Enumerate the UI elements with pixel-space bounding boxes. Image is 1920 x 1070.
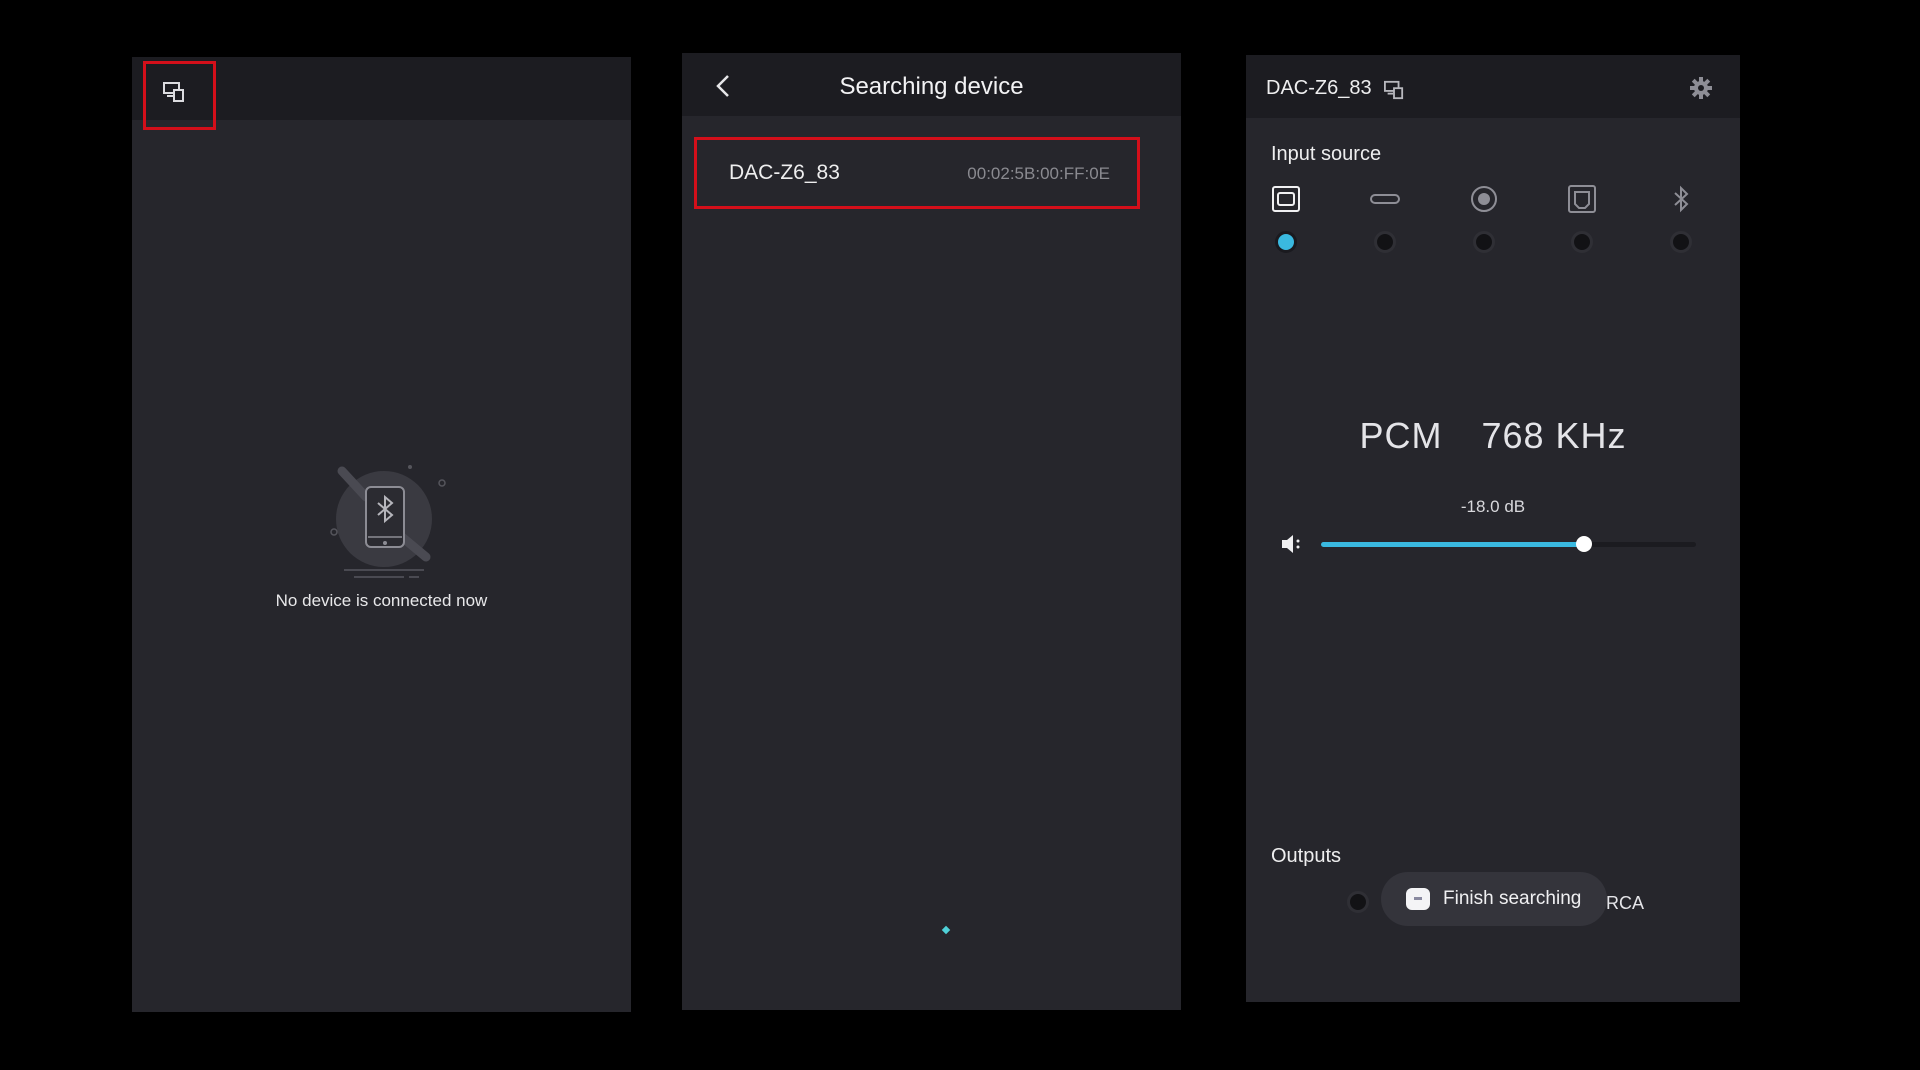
toast-text: Finish searching	[1443, 888, 1582, 909]
output-radio[interactable]	[1347, 891, 1369, 913]
input-source-radio-bluetooth[interactable]	[1670, 231, 1692, 253]
device-title: DAC-Z6_83	[1266, 77, 1372, 99]
page-title: Searching device	[839, 73, 1024, 100]
connect-highlight-box	[143, 61, 216, 130]
input-source-radio-usb-b[interactable]	[1571, 231, 1593, 253]
usb-c-input-icon[interactable]	[1370, 184, 1400, 214]
output-rca-label: RCA	[1606, 893, 1645, 913]
device-list-item[interactable]: DAC-Z6_83 00:02:5B:00:FF:0E	[694, 137, 1140, 209]
audio-format-readout: PCM 768 KHz	[1246, 415, 1740, 457]
connect-device-icon[interactable]	[1383, 80, 1405, 100]
no-device-message: No device is connected now	[275, 591, 488, 610]
volume-slider-fill	[1321, 542, 1584, 547]
bluetooth-input-icon[interactable]	[1666, 184, 1696, 214]
device-highlight-box	[694, 137, 1140, 209]
volume-slider[interactable]	[1321, 536, 1696, 552]
searching-device-screen: Searching device DAC-Z6_83 00:02:5B:00:F…	[682, 53, 1181, 1010]
volume-slider-thumb[interactable]	[1575, 536, 1592, 552]
input-source-radio-coaxial[interactable]	[1275, 231, 1297, 253]
coaxial-input-icon[interactable]	[1271, 184, 1301, 214]
sample-rate: 768 KHz	[1481, 415, 1627, 456]
input-source-label: Input source	[1271, 143, 1382, 165]
volume-level-label: -18.0 dB	[1460, 497, 1526, 516]
no-device-screen: No device is connected now	[132, 57, 631, 1012]
optical-input-icon[interactable]	[1469, 184, 1499, 214]
toast-notification: Finish searching	[1381, 872, 1607, 926]
speaker-icon[interactable]	[1280, 533, 1304, 555]
bluetooth-phone-illustration-icon	[330, 465, 446, 578]
outputs-label: Outputs	[1271, 845, 1342, 867]
input-source-radio-optical[interactable]	[1473, 231, 1495, 253]
audio-format: PCM	[1359, 415, 1443, 456]
input-source-radio-usb-c[interactable]	[1374, 231, 1396, 253]
settings-gear-icon[interactable]	[1689, 76, 1713, 100]
loading-spinner-icon	[941, 925, 951, 935]
app-icon	[1406, 888, 1430, 910]
usb-b-input-icon[interactable]	[1567, 184, 1597, 214]
device-control-screen: DAC-Z6_83 Input source PCM 768 KHz -18.0…	[1246, 55, 1740, 1002]
